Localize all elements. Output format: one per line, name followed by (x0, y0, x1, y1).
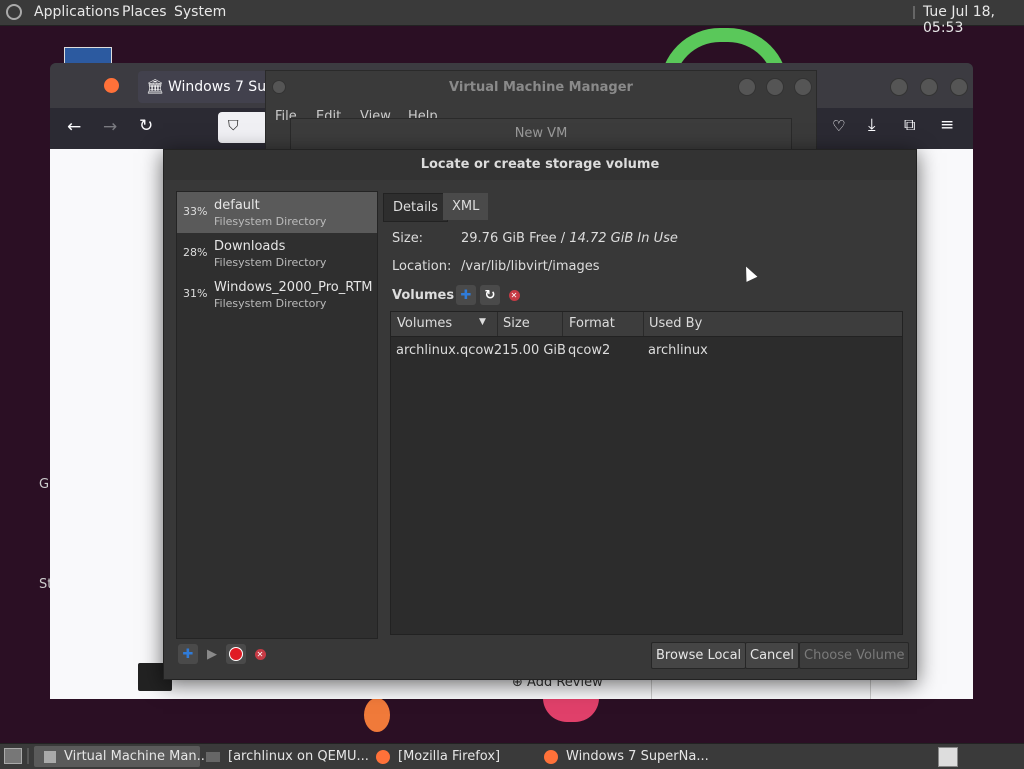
column-header-size[interactable]: Size (503, 316, 530, 331)
vmm-minimize-button[interactable] (738, 78, 756, 96)
menu-system[interactable]: System (174, 4, 226, 20)
firefox-task-icon (544, 749, 558, 764)
minimize-button[interactable] (890, 78, 908, 96)
back-icon[interactable]: ← (67, 117, 81, 137)
url-bar[interactable]: ⛉ (218, 112, 268, 143)
museum-icon: 🏛 (146, 79, 164, 95)
volumes-label: Volumes (392, 288, 455, 303)
size-free: 29.76 GiB Free (461, 231, 557, 246)
top-panel: Applications Places System Tue Jul 18, 0… (0, 0, 1024, 36)
size-value: 29.76 GiB Free / 14.72 GiB In Use (461, 231, 678, 246)
panel-separator (913, 6, 915, 19)
shield-icon[interactable]: ⛉ (228, 118, 239, 134)
pool-type: Filesystem Directory (214, 215, 327, 228)
location-value: /var/lib/libvirt/images (461, 259, 600, 274)
pool-list: 33% default Filesystem Directory 28% Dow… (176, 191, 378, 639)
column-header-used-by[interactable]: Used By (649, 316, 702, 331)
menu-icon[interactable]: ≡ (940, 115, 954, 135)
task-label: Virtual Machine Man... (64, 749, 209, 764)
new-vm-title: New VM (514, 126, 568, 141)
size-separator: / (556, 231, 570, 246)
pool-type: Filesystem Directory (214, 256, 327, 269)
delete-pool-icon[interactable]: ✕ (250, 644, 270, 664)
task-archlinux-qemu[interactable]: [archlinux on QEMU... (202, 746, 369, 767)
column-divider (562, 312, 563, 336)
task-windows7[interactable]: Windows 7 SuperNa... (540, 746, 709, 767)
terminal-icon (206, 751, 220, 762)
show-desktop-icon[interactable] (4, 748, 22, 764)
start-pool-icon[interactable]: ▶ (202, 644, 222, 664)
firefox-icon[interactable] (104, 78, 119, 93)
cancel-button[interactable]: Cancel (745, 642, 800, 669)
browse-local-button[interactable]: Browse Local (651, 642, 747, 669)
firefox-task-icon (376, 749, 390, 764)
desktop-icon-label: G (39, 477, 50, 492)
desktop-decoration (364, 698, 390, 732)
close-button[interactable] (950, 78, 968, 96)
size-label: Size: (392, 231, 424, 246)
location-label: Location: (392, 259, 452, 274)
distro-logo-icon[interactable] (6, 4, 22, 20)
column-divider (643, 312, 644, 336)
window-list-separator (27, 748, 29, 764)
dialog-title: Locate or create storage volume (164, 150, 916, 180)
taskbar: Virtual Machine Man... [archlinux on QEM… (0, 743, 1024, 769)
pocket-icon[interactable]: ♡ (832, 117, 845, 135)
task-label: Windows 7 SuperNa... (566, 749, 709, 764)
desktop-decoration (543, 698, 599, 722)
vmm-task-icon (44, 750, 56, 763)
stop-pool-icon[interactable] (226, 644, 246, 664)
column-header-format[interactable]: Format (569, 316, 615, 331)
forward-icon[interactable]: → (103, 117, 117, 137)
download-icon[interactable]: ⤓ (868, 115, 876, 135)
column-divider (497, 312, 498, 336)
add-pool-icon[interactable]: ✚ (178, 644, 198, 664)
menu-applications[interactable]: Applications (34, 4, 120, 20)
tab-details[interactable]: Details (383, 193, 449, 222)
volumes-table: Volumes ▼ Size Format Used By archlinux.… (390, 311, 903, 635)
pool-usage: 28% (183, 246, 208, 259)
pool-name: default (214, 198, 260, 213)
size-in-use: 14.72 GiB In Use (569, 231, 678, 246)
workspace-switcher[interactable] (938, 747, 958, 767)
task-label: [archlinux on QEMU... (228, 749, 369, 764)
menu-places[interactable]: Places (122, 4, 167, 20)
table-row[interactable]: archlinux.qcow2 15.00 GiB qcow2 archlinu… (391, 337, 902, 363)
reload-icon[interactable]: ↻ (139, 116, 153, 136)
refresh-volumes-icon[interactable]: ↻ (480, 285, 500, 305)
delete-volume-icon[interactable]: ✕ (504, 285, 524, 305)
vmm-close-button[interactable] (794, 78, 812, 96)
cell-used-by: archlinux (648, 343, 708, 358)
pool-name: Downloads (214, 239, 286, 254)
maximize-button[interactable] (920, 78, 938, 96)
pool-usage: 31% (183, 287, 208, 300)
cell-format: qcow2 (568, 343, 611, 358)
sort-down-icon: ▼ (479, 317, 486, 327)
task-firefox[interactable]: [Mozilla Firefox] (372, 746, 538, 767)
clock[interactable]: Tue Jul 18, 05:53 (923, 4, 1024, 36)
task-label: [Mozilla Firefox] (398, 749, 501, 764)
pool-type: Filesystem Directory (214, 297, 327, 310)
choose-volume-button[interactable]: Choose Volume (799, 642, 910, 669)
task-vmm[interactable]: Virtual Machine Man... (34, 746, 209, 767)
tab-xml[interactable]: XML (443, 193, 489, 220)
extensions-icon[interactable]: ⧉ (904, 115, 915, 135)
add-volume-icon[interactable]: ✚ (456, 285, 476, 305)
cell-volume: archlinux.qcow2 (396, 343, 503, 358)
table-header: Volumes ▼ Size Format Used By (391, 312, 902, 337)
pool-item-downloads[interactable]: 28% Downloads Filesystem Directory (177, 233, 377, 274)
pool-item-windows-2000[interactable]: 31% Windows_2000_Pro_RTM Filesystem Dire… (177, 274, 377, 315)
pool-name: Windows_2000_Pro_RTM (214, 280, 373, 295)
pool-item-default[interactable]: 33% default Filesystem Directory (177, 192, 377, 233)
vmm-maximize-button[interactable] (766, 78, 784, 96)
pool-usage: 33% (183, 205, 208, 218)
vmm-title: Virtual Machine Manager (449, 80, 633, 95)
storage-dialog: Locate or create storage volume 33% defa… (163, 149, 917, 680)
cell-size: 15.00 GiB (502, 343, 566, 358)
column-header-volumes[interactable]: Volumes (397, 316, 452, 331)
